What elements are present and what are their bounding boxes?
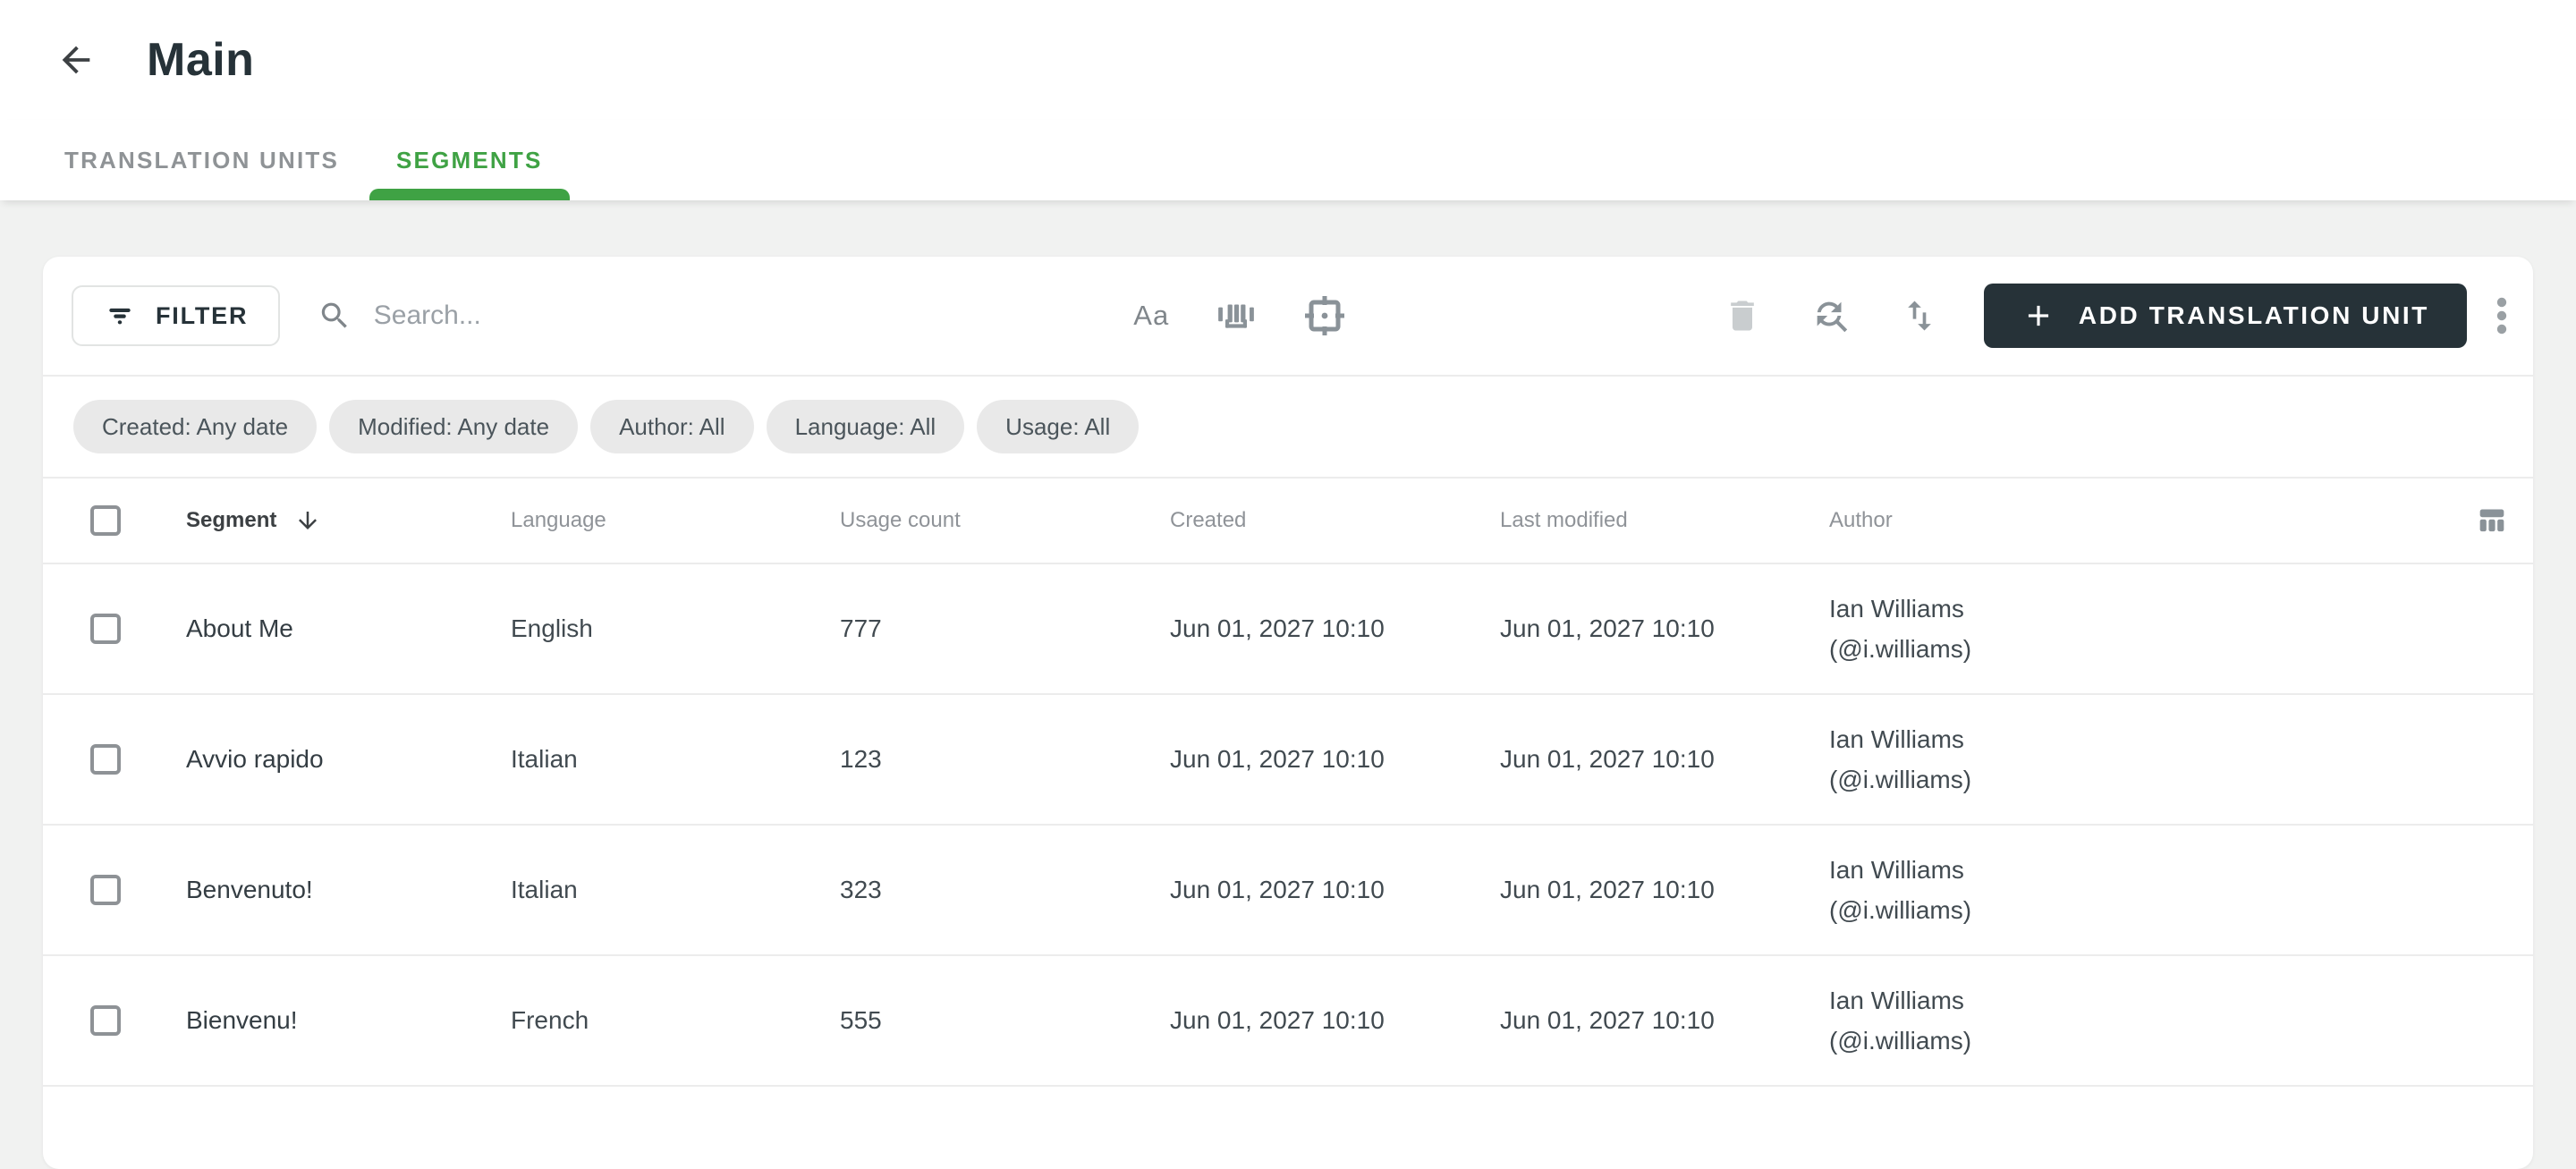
segment-cell: Benvenuto! [186, 876, 313, 903]
row-checkbox[interactable] [90, 614, 121, 644]
table-columns-icon [2479, 509, 2504, 532]
top-header: Main [0, 0, 2576, 120]
add-button-label: ADD TRANSLATION UNIT [2078, 301, 2429, 329]
filter-button-label: FILTER [156, 301, 249, 329]
language-cell: Italian [511, 745, 578, 773]
filter-chip[interactable]: Author: All [590, 400, 754, 453]
usage-count-cell: 555 [840, 1006, 882, 1034]
table-row[interactable]: Benvenuto! Italian 323 Jun 01, 2027 10:10 Ju… [43, 826, 2533, 956]
arrow-left-icon [62, 46, 90, 74]
created-cell: Jun 01, 2027 10:10 [1170, 614, 1385, 642]
search-options: Aa [1133, 294, 1346, 337]
up-down-arrows-icon [1908, 301, 1931, 331]
filter-chip[interactable]: Language: All [766, 400, 965, 453]
row-checkbox[interactable] [90, 1005, 121, 1036]
last-modified-cell: Jun 01, 2027 10:10 [1500, 876, 1715, 903]
row-checkbox[interactable] [90, 744, 121, 775]
row-checkbox[interactable] [90, 875, 121, 905]
plus-icon [2028, 305, 2048, 326]
more-options-button[interactable] [2496, 293, 2508, 338]
tab-translation-units[interactable]: TRANSLATION UNITS [36, 120, 368, 200]
search-box[interactable] [318, 297, 1004, 335]
last-modified-cell: Jun 01, 2027 10:10 [1500, 1006, 1715, 1034]
column-header-usage-count[interactable]: Usage count [840, 508, 1170, 533]
sort-button[interactable] [1900, 296, 1939, 335]
language-cell: Italian [511, 876, 578, 903]
find-replace-button[interactable] [1810, 295, 1852, 336]
filter-chip[interactable]: Created: Any date [73, 400, 318, 453]
whole-word-button[interactable] [1216, 295, 1257, 336]
search-icon [322, 302, 348, 328]
segment-cell: Avvio rapido [186, 745, 324, 773]
trash-icon [1731, 301, 1754, 331]
table-row[interactable]: Avvio rapido Italian 123 Jun 01, 2027 10:10… [43, 695, 2533, 826]
find-replace-icon [1817, 301, 1848, 333]
author-cell: Ian Williams (@i.williams) [1829, 987, 1972, 1055]
created-cell: Jun 01, 2027 10:10 [1170, 876, 1385, 903]
back-button[interactable] [55, 39, 97, 80]
language-cell: English [511, 614, 593, 642]
toolbar: FILTER Aa [43, 257, 2533, 375]
last-modified-cell: Jun 01, 2027 10:10 [1500, 745, 1715, 773]
filter-button[interactable]: FILTER [72, 285, 281, 346]
select-all-checkbox[interactable] [90, 505, 121, 536]
add-translation-unit-button[interactable]: ADD TRANSLATION UNIT [1983, 284, 2467, 348]
toolbar-actions [1723, 295, 1939, 336]
usage-count-cell: 123 [840, 745, 882, 773]
center-focus-button[interactable] [1303, 294, 1346, 337]
tab-bar: TRANSLATION UNITS SEGMENTS [0, 120, 2576, 200]
created-cell: Jun 01, 2027 10:10 [1170, 1006, 1385, 1034]
page-title: Main [147, 34, 255, 86]
sort-arrow-down-icon [299, 512, 318, 529]
match-case-icon: Aa [1133, 300, 1170, 331]
last-modified-cell: Jun 01, 2027 10:10 [1500, 614, 1715, 642]
column-header-language[interactable]: Language [511, 508, 840, 533]
kebab-icon [2496, 297, 2507, 335]
language-cell: French [511, 1006, 589, 1034]
segment-cell: Bienvenu! [186, 1006, 298, 1034]
filter-chips-row: Created: Any date Modified: Any date Autho… [43, 375, 2533, 479]
delete-button[interactable] [1723, 296, 1762, 335]
column-header-created[interactable]: Created [1170, 508, 1500, 533]
table-header: Segment Language Usage count Created Las… [43, 479, 2533, 564]
funnel-lines-icon [109, 308, 131, 325]
search-input[interactable] [371, 300, 1004, 332]
filter-chip[interactable]: Usage: All [977, 400, 1140, 453]
frame-center-dot-icon [1305, 296, 1345, 335]
match-case-button[interactable]: Aa [1133, 300, 1169, 332]
column-header-segment[interactable]: Segment [186, 507, 511, 534]
column-picker-button[interactable] [2474, 503, 2510, 538]
usage-count-cell: 323 [840, 876, 882, 903]
column-header-author[interactable]: Author [1829, 508, 2436, 533]
tab-label: TRANSLATION UNITS [64, 146, 340, 174]
table-body: About Me English 777 Jun 01, 2027 10:10 Jun … [43, 564, 2533, 1087]
tab-label: SEGMENTS [396, 146, 543, 174]
author-cell: Ian Williams (@i.williams) [1829, 595, 1972, 663]
active-tab-underline [369, 189, 570, 200]
filter-chip[interactable]: Modified: Any date [329, 400, 579, 453]
tab-segments[interactable]: SEGMENTS [368, 120, 572, 200]
main-content: FILTER Aa [0, 200, 2576, 1169]
usage-count-cell: 777 [840, 614, 882, 642]
author-cell: Ian Williams (@i.williams) [1829, 725, 1972, 793]
segment-cell: About Me [186, 614, 293, 642]
author-cell: Ian Williams (@i.williams) [1829, 856, 1972, 924]
whole-word-barcode-icon [1218, 304, 1255, 328]
created-cell: Jun 01, 2027 10:10 [1170, 745, 1385, 773]
table-row[interactable]: About Me English 777 Jun 01, 2027 10:10 Jun … [43, 564, 2533, 695]
segments-card: FILTER Aa [43, 257, 2533, 1169]
table-row[interactable]: Bienvenu! French 555 Jun 01, 2027 10:10 Jun … [43, 956, 2533, 1087]
column-header-last-modified[interactable]: Last modified [1500, 508, 1829, 533]
